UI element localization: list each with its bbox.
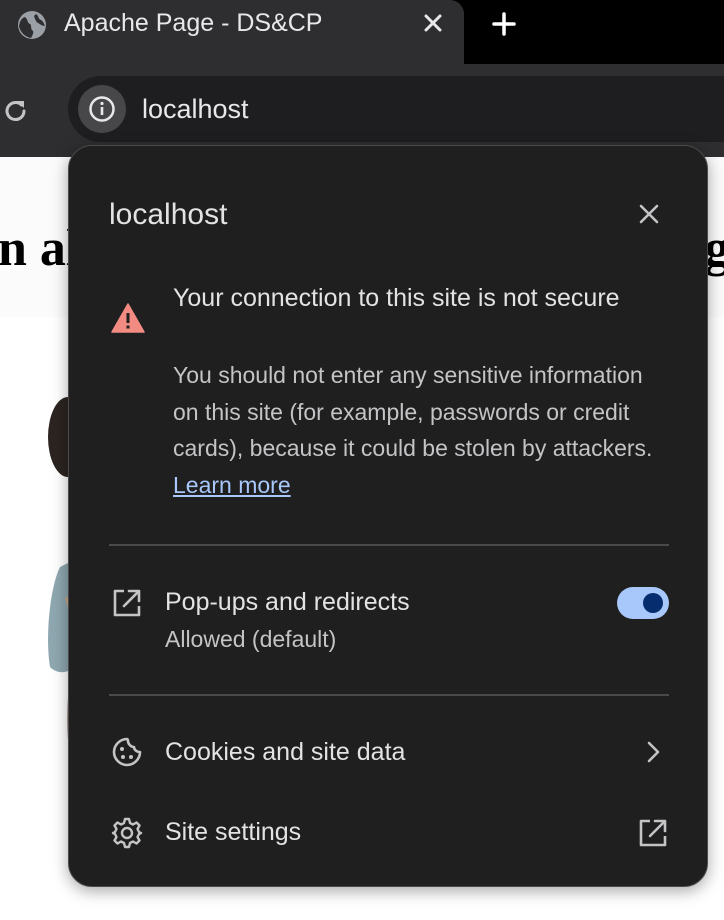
popups-status: Allowed (default) bbox=[165, 626, 337, 652]
gear-icon bbox=[111, 817, 143, 849]
address-bar[interactable]: localhost bbox=[68, 76, 724, 142]
site-info-button[interactable] bbox=[78, 85, 126, 133]
info-icon bbox=[89, 96, 115, 122]
tab-strip: Apache Page - DS&CP bbox=[0, 0, 724, 64]
connection-warning-body: You should not enter any sensitive infor… bbox=[173, 357, 653, 503]
globe-icon bbox=[18, 11, 46, 39]
warning-body-text: You should not enter any sensitive infor… bbox=[173, 362, 653, 461]
chevron-right-icon bbox=[647, 741, 660, 763]
plus-icon[interactable] bbox=[488, 8, 520, 40]
url-text: localhost bbox=[142, 94, 249, 124]
site-settings-label: Site settings bbox=[165, 818, 302, 846]
toolbar: localhost bbox=[0, 64, 724, 157]
close-icon[interactable] bbox=[633, 198, 665, 230]
learn-more-link[interactable]: Learn more bbox=[173, 472, 291, 498]
divider bbox=[109, 694, 669, 696]
cookies-label: Cookies and site data bbox=[165, 738, 406, 766]
open-in-new-icon bbox=[113, 589, 141, 617]
divider bbox=[109, 544, 669, 546]
browser-tab[interactable]: Apache Page - DS&CP bbox=[0, 0, 464, 64]
tab-title: Apache Page - DS&CP bbox=[64, 9, 323, 37]
site-info-popup: localhost Your connection to this site i… bbox=[68, 145, 708, 887]
open-in-new-icon bbox=[639, 819, 667, 847]
reload-icon[interactable] bbox=[2, 97, 30, 125]
toggle-knob bbox=[643, 593, 663, 613]
cookie-icon bbox=[112, 737, 142, 767]
warning-triangle-icon bbox=[111, 303, 145, 333]
popups-label: Pop-ups and redirects bbox=[165, 588, 410, 616]
popup-title: localhost bbox=[109, 198, 228, 231]
connection-warning-title: Your connection to this site is not secu… bbox=[173, 284, 620, 312]
close-icon[interactable] bbox=[418, 8, 448, 38]
popups-toggle[interactable] bbox=[617, 587, 669, 619]
